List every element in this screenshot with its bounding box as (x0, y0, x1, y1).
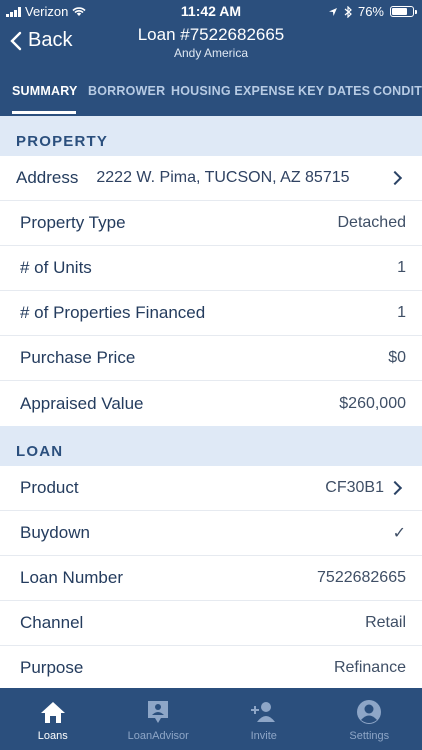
row-value: 1 (397, 304, 406, 321)
product-label: Product (20, 478, 79, 497)
chevron-right-icon (387, 170, 403, 186)
tab-settings[interactable]: Settings (317, 688, 422, 750)
tab-bar-top: SUMMARY BORROWER HOUSING EXPENSE KEY DAT… (0, 78, 422, 116)
battery-percent: 76% (357, 4, 384, 19)
list-item: # of Properties Financed 1 (0, 291, 422, 336)
battery-icon (390, 6, 417, 17)
app-header: Verizon 11:42 AM 76% Back Loan #75226826… (0, 0, 422, 116)
list-item: # of Units 1 (0, 246, 422, 291)
product-value: CF30B1 (325, 479, 384, 496)
product-row[interactable]: Product CF30B1 (0, 466, 422, 511)
home-icon (39, 698, 67, 726)
user-circle-icon (356, 698, 382, 726)
status-bar: Verizon 11:42 AM 76% (0, 0, 422, 22)
section-header-property: PROPERTY (0, 116, 422, 156)
list-item: Property Type Detached (0, 201, 422, 246)
navigation-bar: Back Loan #7522682665 Andy America (0, 22, 422, 66)
row-value: Retail (365, 614, 406, 631)
row-value: 7522682665 (317, 569, 406, 586)
tab-borrower[interactable]: BORROWER (88, 84, 165, 98)
row-label: # of Units (20, 258, 92, 277)
row-label: Channel (20, 613, 84, 632)
battery-level (392, 8, 408, 15)
add-person-icon (249, 698, 279, 726)
tab-loanadvisor-label: LoanAdvisor (127, 730, 189, 742)
tab-loans-label: Loans (37, 730, 68, 742)
tab-loanadvisor[interactable]: LoanAdvisor (106, 688, 212, 750)
row-label: Appraised Value (20, 393, 144, 413)
row-label: Loan Number (20, 568, 124, 587)
list-item: Channel Retail (0, 601, 422, 646)
location-icon (328, 7, 337, 16)
list-item: Loan Number 7522682665 (0, 556, 422, 601)
row-value: 1 (397, 259, 406, 276)
address-label: Address (16, 168, 79, 187)
active-tab-indicator (12, 111, 76, 114)
tab-housing-expense[interactable]: HOUSING EXPENSE (171, 84, 295, 98)
list-item: Appraised Value $260,000 (0, 381, 422, 426)
row-label: Purchase Price (20, 348, 136, 367)
tab-summary[interactable]: SUMMARY (12, 84, 78, 98)
tab-conditions[interactable]: CONDIT (373, 84, 422, 98)
row-label: # of Properties Financed (20, 303, 206, 322)
page-subtitle: Andy America (173, 46, 249, 60)
bluetooth-icon (344, 5, 352, 18)
buydown-label: Buydown (20, 523, 90, 542)
row-value: $260,000 (339, 394, 406, 412)
section-header-loan: LOAN (0, 426, 422, 466)
list-item: Purpose Refinance (0, 646, 422, 688)
row-label: Purpose (20, 658, 84, 677)
address-value: 2222 W. Pima, TUCSON, AZ 85715 (96, 169, 350, 186)
tab-loans[interactable]: Loans (0, 688, 106, 750)
row-label: Property Type (20, 213, 126, 232)
tab-settings-label: Settings (349, 730, 390, 742)
buydown-row: Buydown ✓ (0, 511, 422, 556)
row-value: Refinance (333, 659, 406, 676)
chevron-right-icon (387, 480, 403, 496)
address-row[interactable]: Address 2222 W. Pima, TUCSON, AZ 85715 (0, 156, 422, 201)
tab-invite-label: Invite (250, 730, 277, 742)
row-value: $0 (388, 349, 406, 366)
list-item: Purchase Price $0 (0, 336, 422, 381)
checkmark-icon: ✓ (392, 525, 406, 542)
summary-content: PROPERTY Address 2222 W. Pima, TUCSON, A… (0, 116, 422, 688)
tab-invite[interactable]: Invite (211, 688, 317, 750)
page-title: Loan #7522682665 (137, 25, 285, 44)
advisor-icon (145, 698, 171, 726)
tab-key-dates[interactable]: KEY DATES (298, 84, 370, 98)
row-value: Detached (337, 214, 407, 231)
bottom-tab-bar: Loans LoanAdvisor Invite Settings (0, 688, 422, 750)
